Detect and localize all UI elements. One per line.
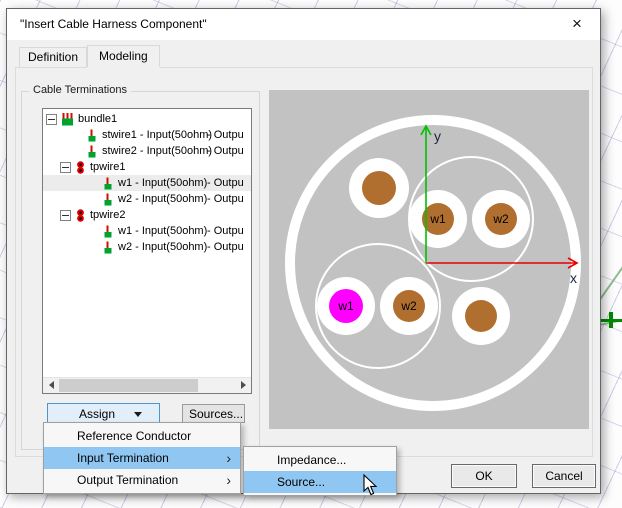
tree-item-tpwire2[interactable]: tpwire2 (43, 207, 251, 223)
ok-button[interactable]: OK (451, 464, 517, 488)
collapse-toggle-icon[interactable] (60, 210, 71, 221)
tree-item-label: stwire1 - Input(50ohm) (102, 129, 212, 141)
tree-item-label: w2 - Input(50ohm) (118, 241, 207, 253)
tree-item-label: tpwire1 (90, 161, 125, 173)
tree-item-tpwire1[interactable]: tpwire1 (43, 159, 251, 175)
wire-label: w2 (492, 212, 509, 226)
wire-w2[interactable]: w2 (380, 277, 438, 335)
x-axis-label: x (570, 270, 577, 286)
tree-item-label: tpwire2 (90, 209, 125, 221)
tab-strip: DefinitionModeling (19, 45, 160, 67)
tree-item-label: w1 - Input(50ohm) (118, 177, 207, 189)
submenu-arrow-icon: › (226, 472, 231, 488)
wire-icon (102, 241, 114, 254)
wire-w2[interactable]: w2 (472, 190, 530, 248)
wire-icon (86, 129, 98, 142)
cable-cross-section-diagram: w1 w2 w1 w2 x y (269, 90, 589, 429)
twisted-pair-icon (75, 209, 86, 222)
assign-button-label: Assign (60, 407, 134, 421)
wire-w1[interactable]: w1 (409, 190, 467, 248)
tree-item-label: stwire2 - Input(50ohm) (102, 145, 212, 157)
tree-item-label: w2 - Input(50ohm) (118, 193, 207, 205)
tab-definition[interactable]: Definition (19, 47, 87, 67)
menu-item-label: Impedance... (277, 453, 346, 467)
wire-label: w1 (337, 299, 354, 313)
horizontal-scrollbar[interactable] (43, 377, 251, 393)
tree-item-bundle1[interactable]: bundle1 (43, 111, 251, 127)
wire-w1[interactable]: w1 (317, 277, 375, 335)
menu-item-input-termination[interactable]: Input Termination › (44, 447, 240, 469)
assign-menu: Reference ConductorInput Termination›Out… (43, 422, 241, 494)
tree-item-output-label: - Outpu (207, 191, 244, 207)
tree-item-label: w1 - Input(50ohm) (118, 225, 207, 237)
tree-item-w1[interactable]: w1 - Input(50ohm)- Outpu (43, 223, 251, 239)
wire-icon (102, 193, 114, 206)
tree-item-output-label: - Outpu (207, 127, 244, 143)
collapse-toggle-icon[interactable] (60, 162, 71, 173)
menu-item-reference-conductor[interactable]: Reference Conductor (44, 425, 240, 447)
wire-single[interactable] (452, 287, 510, 345)
collapse-toggle-icon[interactable] (46, 114, 57, 125)
cross-section-view[interactable]: w1 w2 w1 w2 x y (269, 90, 589, 429)
dropdown-arrow-icon (134, 412, 142, 421)
sources-button[interactable]: Sources... (182, 404, 245, 423)
background-green-axis-tick (609, 312, 613, 328)
menu-item-label: Source... (277, 475, 325, 489)
scrollbar-thumb[interactable] (59, 379, 198, 392)
mouse-cursor (363, 474, 380, 502)
tree-item-output-label: - Outpu (207, 239, 244, 255)
tree-item-output-label: - Outpu (207, 143, 244, 159)
dialog-title: "Insert Cable Harness Component" (20, 17, 207, 31)
wire-label: w1 (429, 212, 446, 226)
wire-label: w2 (400, 299, 417, 313)
wire-single[interactable] (349, 158, 409, 218)
menu-item-output-termination[interactable]: Output Termination › (44, 469, 240, 491)
right-arrow-icon (241, 381, 250, 389)
tree-item-output-label: - Outpu (207, 175, 244, 191)
tree-item-w2[interactable]: w2 - Input(50ohm)- Outpu (43, 191, 251, 207)
tree-item-output-label: - Outpu (207, 223, 244, 239)
tree-item-w1[interactable]: w1 - Input(50ohm)- Outpu (43, 175, 251, 191)
tab-modeling[interactable]: Modeling (87, 45, 160, 67)
submenu-arrow-icon: › (226, 450, 231, 466)
terminations-tree[interactable]: bundle1stwire1 - Input(50ohm)- Outpustwi… (42, 108, 252, 394)
tree-item-label: bundle1 (78, 113, 117, 125)
menu-item-label: Output Termination (77, 473, 178, 487)
tree-item-w2[interactable]: w2 - Input(50ohm)- Outpu (43, 239, 251, 255)
scroll-left-button[interactable] (43, 378, 58, 392)
menu-item-label: Reference Conductor (77, 429, 191, 443)
bundle-icon (61, 113, 74, 126)
twisted-pair-icon (75, 161, 86, 174)
cancel-button[interactable]: Cancel (532, 464, 596, 488)
left-arrow-icon (45, 381, 54, 389)
menu-item-label: Input Termination (77, 451, 169, 465)
tree-item-stwire2[interactable]: stwire2 - Input(50ohm)- Outpu (43, 143, 251, 159)
wire-icon (102, 225, 114, 238)
title-bar[interactable]: "Insert Cable Harness Component" × (7, 9, 600, 40)
tree-item-stwire1[interactable]: stwire1 - Input(50ohm)- Outpu (43, 127, 251, 143)
wire-icon (102, 177, 114, 190)
close-icon[interactable]: × (564, 12, 590, 36)
group-title: Cable Terminations (29, 84, 131, 96)
cable-terminations-group: Cable Terminations bundle1stwire1 - Inpu… (21, 91, 260, 450)
y-axis-label: y (434, 128, 441, 144)
submenu-item-impedance[interactable]: Impedance... (244, 449, 396, 471)
scroll-right-button[interactable] (236, 378, 251, 392)
assign-dropdown-button[interactable]: Assign (47, 403, 160, 424)
wire-icon (86, 145, 98, 158)
